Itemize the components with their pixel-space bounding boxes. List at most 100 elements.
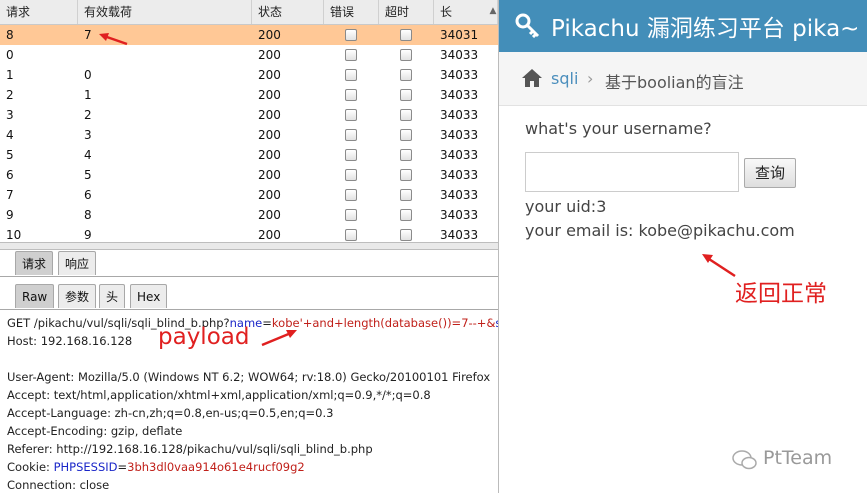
tab-raw[interactable]: Raw [15, 284, 55, 308]
injected-payload: kobe'+and+length(database())=7--+& [271, 316, 496, 330]
table-row[interactable]: 1 0 200 34033 [0, 65, 498, 85]
query-button[interactable]: 查询 [744, 158, 796, 188]
username-question: what's your username? [525, 119, 712, 138]
cell-status: 200 [258, 128, 281, 142]
tab-hex[interactable]: Hex [130, 284, 168, 308]
cell-req: 1 [6, 68, 14, 82]
cell-req: 5 [6, 148, 14, 162]
breadcrumb: sqli › 基于boolian的盲注 [499, 52, 867, 106]
user-agent-header: User-Agent: Mozilla/5.0 (Windows NT 6.2;… [7, 370, 491, 384]
error-checkbox [345, 29, 357, 41]
table-row[interactable]: 0 200 34033 [0, 45, 498, 65]
cell-payload: 5 [84, 168, 92, 182]
cell-len: 34033 [440, 108, 479, 122]
username-input[interactable] [525, 152, 739, 192]
results-table: 请求 有效载荷 状态 错误 超时 长 ▲ 8 7 200 34031 0 200 34033… [0, 0, 498, 242]
error-checkbox [345, 209, 357, 221]
cell-payload: 2 [84, 108, 92, 122]
cell-status: 200 [258, 228, 281, 242]
request-line: GET /pikachu/vul/sqli/sqli_blind_b.php?n… [7, 314, 498, 332]
cell-status: 200 [258, 48, 281, 62]
timeout-checkbox [400, 109, 412, 121]
col-status[interactable]: 状态 [252, 0, 324, 24]
cell-payload: 3 [84, 128, 92, 142]
cell-req: 8 [6, 28, 14, 42]
table-row[interactable]: 6 5 200 34033 [0, 165, 498, 185]
error-checkbox [345, 49, 357, 61]
table-row[interactable]: 9 8 200 34033 [0, 205, 498, 225]
cell-payload: 6 [84, 188, 92, 202]
error-checkbox [345, 89, 357, 101]
breadcrumb-current: 基于boolian的盲注 [605, 73, 744, 92]
cell-len: 34033 [440, 228, 479, 242]
timeout-checkbox [400, 189, 412, 201]
table-row[interactable]: 4 3 200 34033 [0, 125, 498, 145]
cell-req: 0 [6, 48, 14, 62]
table-row[interactable]: 10 9 200 34033 [0, 225, 498, 242]
timeout-checkbox [400, 49, 412, 61]
view-tabs: Raw 参数 头 Hex [0, 284, 498, 310]
table-row[interactable]: 8 7 200 34031 [0, 25, 498, 45]
home-icon[interactable] [521, 68, 543, 88]
cell-status: 200 [258, 208, 281, 222]
site-title[interactable]: Pikachu 漏洞练习平台 pika~ [551, 9, 859, 43]
cell-payload: 9 [84, 228, 92, 242]
sort-arrow-icon[interactable]: ▲ [488, 3, 498, 19]
error-checkbox [345, 129, 357, 141]
tab-params[interactable]: 参数 [58, 284, 97, 308]
cell-len: 34033 [440, 168, 479, 182]
cell-payload: 1 [84, 88, 92, 102]
cell-status: 200 [258, 168, 281, 182]
accept-encoding-header: Accept-Encoding: gzip, deflate [7, 424, 183, 438]
cell-status: 200 [258, 88, 281, 102]
cell-len: 34033 [440, 88, 479, 102]
tab-headers[interactable]: 头 [99, 284, 126, 308]
key-icon [515, 13, 540, 38]
table-row[interactable]: 5 4 200 34033 [0, 145, 498, 165]
site-header: Pikachu 漏洞练习平台 pika~ [499, 0, 867, 52]
timeout-checkbox [400, 69, 412, 81]
cell-req: 2 [6, 88, 14, 102]
table-row[interactable]: 3 2 200 34033 [0, 105, 498, 125]
timeout-checkbox [400, 129, 412, 141]
cookie-name: PHPSESSID [53, 460, 118, 474]
cell-len: 34033 [440, 68, 479, 82]
accept-language-header: Accept-Language: zh-cn,zh;q=0.8,en-us;q=… [7, 406, 334, 420]
timeout-checkbox [400, 89, 412, 101]
col-error[interactable]: 错误 [324, 0, 379, 24]
col-request[interactable]: 请求 [0, 0, 78, 24]
col-timeout[interactable]: 超时 [379, 0, 434, 24]
error-checkbox [345, 149, 357, 161]
cell-req: 7 [6, 188, 14, 202]
host-header: Host: 192.168.16.128 [7, 334, 133, 348]
error-checkbox [345, 169, 357, 181]
tab-request[interactable]: 请求 [15, 251, 54, 275]
timeout-checkbox [400, 149, 412, 161]
timeout-checkbox [400, 169, 412, 181]
normal-response-annotation: 返回正常 [735, 281, 827, 307]
tab-response[interactable]: 响应 [58, 251, 97, 275]
cell-payload: 8 [84, 208, 92, 222]
normal-arrow-icon [702, 254, 736, 278]
cell-payload: 0 [84, 68, 92, 82]
cell-payload: 4 [84, 148, 92, 162]
cell-status: 200 [258, 28, 281, 42]
cell-status: 200 [258, 148, 281, 162]
cookie-equals: = [117, 460, 128, 474]
accept-header: Accept: text/html,application/xhtml+xml,… [7, 388, 431, 402]
table-row[interactable]: 2 1 200 34033 [0, 85, 498, 105]
col-payload[interactable]: 有效载荷 [78, 0, 252, 24]
error-checkbox [345, 229, 357, 241]
cell-status: 200 [258, 68, 281, 82]
breadcrumb-link-sqli[interactable]: sqli [551, 69, 578, 88]
cell-len: 34033 [440, 148, 479, 162]
table-row[interactable]: 7 6 200 34033 [0, 185, 498, 205]
cookie-value: 3bh3dl0vaa914o61e4rucf09g2 [127, 460, 305, 474]
payload-arrow-icon [261, 330, 297, 347]
watermark: PtTeam [763, 447, 833, 469]
cell-status: 200 [258, 108, 281, 122]
cell-status: 200 [258, 188, 281, 202]
pikachu-web-page: Pikachu 漏洞练习平台 pika~ sqli › 基于boolian的盲注… [498, 0, 867, 493]
cell-req: 6 [6, 168, 14, 182]
split-divider[interactable] [0, 242, 498, 250]
